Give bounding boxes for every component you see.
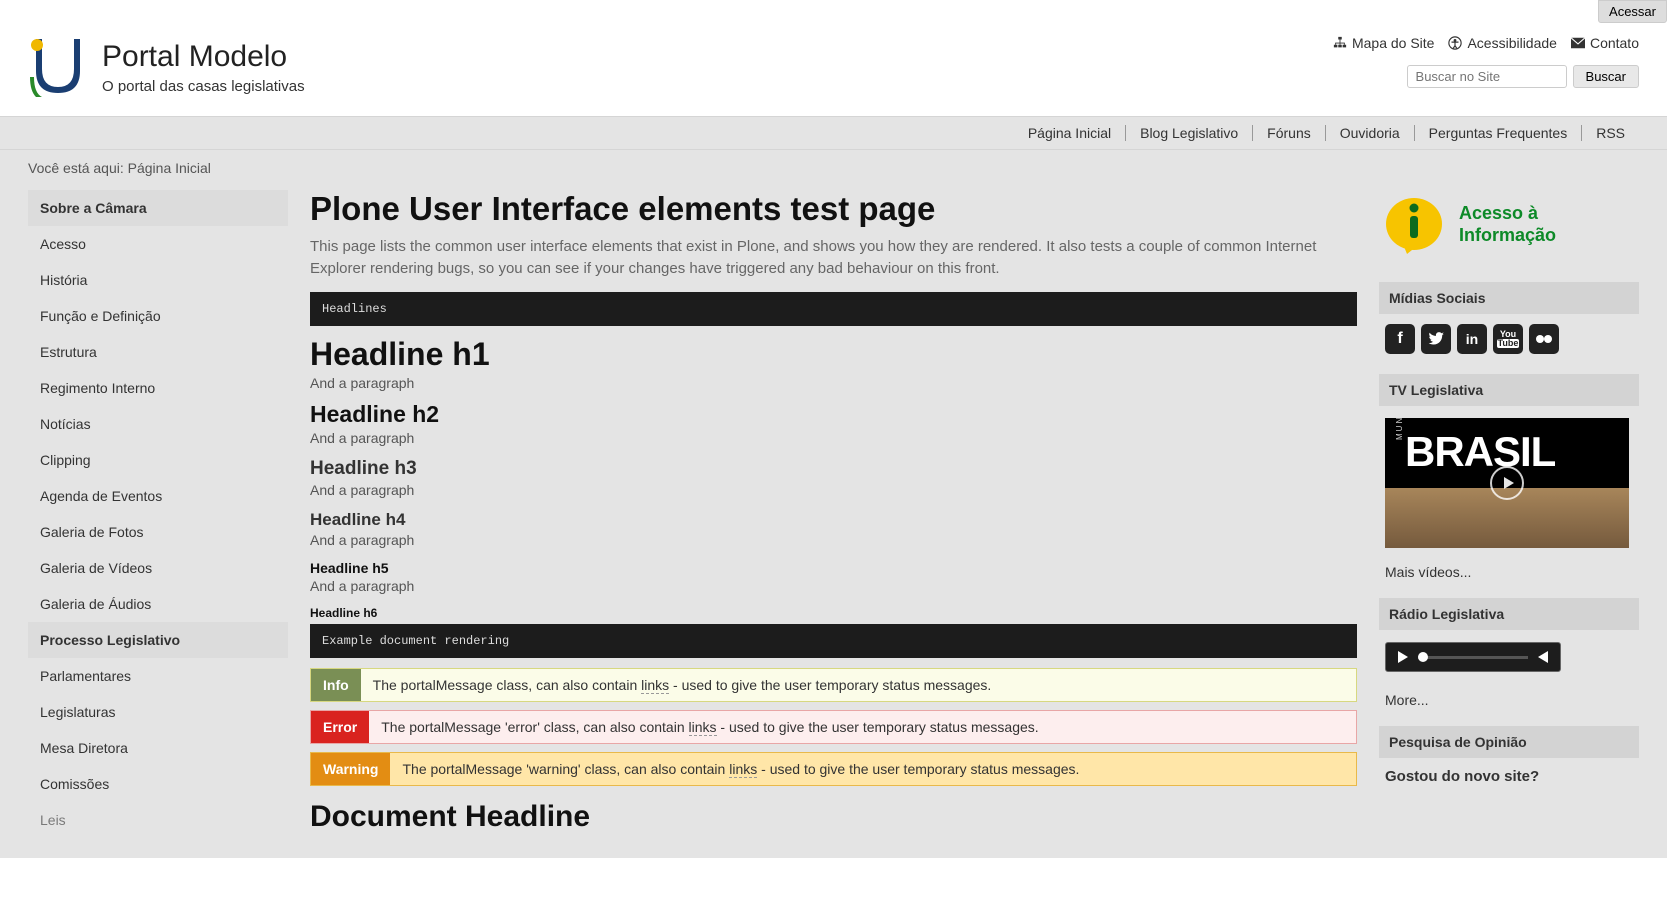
tv-title: TV Legislativa bbox=[1379, 374, 1639, 406]
brand[interactable]: Portal Modelo O portal das casas legisla… bbox=[28, 35, 305, 100]
breadcrumb: Você está aqui: Página Inicial bbox=[0, 150, 1667, 186]
audio-volume-icon[interactable] bbox=[1538, 651, 1548, 663]
site-title: Portal Modelo bbox=[102, 40, 305, 74]
info-badge: Info bbox=[311, 669, 361, 701]
heading-h1: Headline h1 bbox=[310, 336, 1357, 373]
audio-play-icon[interactable] bbox=[1398, 651, 1408, 663]
sidebar-item-fotos[interactable]: Galeria de Fotos bbox=[28, 514, 288, 550]
logo-icon bbox=[28, 35, 86, 100]
document-headline: Document Headline bbox=[310, 800, 1357, 834]
sidebar-item-parlamentares[interactable]: Parlamentares bbox=[28, 658, 288, 694]
tv-video-player[interactable]: MUNICÍPIO BRASIL bbox=[1385, 418, 1629, 548]
paragraph: And a paragraph bbox=[310, 482, 1357, 498]
sidebar-item-audios[interactable]: Galeria de Áudios bbox=[28, 586, 288, 622]
contact-link[interactable]: Contato bbox=[1571, 35, 1639, 51]
nav-faq[interactable]: Perguntas Frequentes bbox=[1415, 125, 1583, 141]
contact-label: Contato bbox=[1590, 35, 1639, 51]
sidebar-section-sobre[interactable]: Sobre a Câmara bbox=[28, 190, 288, 226]
sidebar-item-estrutura[interactable]: Estrutura bbox=[28, 334, 288, 370]
acesso-informacao[interactable]: Acesso à Informação bbox=[1379, 190, 1639, 272]
sidebar-item-clipping[interactable]: Clipping bbox=[28, 442, 288, 478]
error-badge: Error bbox=[311, 711, 369, 743]
main-nav: Página Inicial Blog Legislativo Fóruns O… bbox=[0, 116, 1667, 150]
mail-icon bbox=[1571, 37, 1585, 49]
search-button[interactable]: Buscar bbox=[1573, 65, 1639, 88]
sidebar-item-noticias[interactable]: Notícias bbox=[28, 406, 288, 442]
heading-h4: Headline h4 bbox=[310, 510, 1357, 530]
breadcrumb-home[interactable]: Página Inicial bbox=[128, 160, 211, 176]
sidebar-item-acesso[interactable]: Acesso bbox=[28, 226, 288, 262]
sidebar-item-leis[interactable]: Leis bbox=[28, 802, 288, 838]
code-headlines: Headlines bbox=[310, 292, 1357, 326]
radio-more-link[interactable]: More... bbox=[1379, 684, 1639, 716]
linkedin-icon[interactable]: in bbox=[1457, 324, 1487, 354]
social-title: Mídias Sociais bbox=[1379, 282, 1639, 314]
page-description: This page lists the common user interfac… bbox=[310, 236, 1357, 280]
warning-badge: Warning bbox=[311, 753, 390, 785]
sidebar-item-agenda[interactable]: Agenda de Eventos bbox=[28, 478, 288, 514]
nav-forums[interactable]: Fóruns bbox=[1253, 125, 1326, 141]
heading-h2: Headline h2 bbox=[310, 401, 1357, 428]
nav-ouvidoria[interactable]: Ouvidoria bbox=[1326, 125, 1415, 141]
flickr-icon[interactable] bbox=[1529, 324, 1559, 354]
play-icon[interactable] bbox=[1490, 466, 1524, 500]
audio-player[interactable] bbox=[1385, 642, 1561, 672]
sidebar-item-regimento[interactable]: Regimento Interno bbox=[28, 370, 288, 406]
sitemap-label: Mapa do Site bbox=[1352, 35, 1435, 51]
site-header: Portal Modelo O portal das casas legisla… bbox=[0, 23, 1667, 116]
sitemap-icon bbox=[1333, 36, 1347, 50]
youtube-icon[interactable]: YouTube bbox=[1493, 324, 1523, 354]
sidebar-left: Sobre a Câmara Acesso História Função e … bbox=[28, 190, 288, 838]
sitemap-link[interactable]: Mapa do Site bbox=[1333, 35, 1435, 51]
sidebar-item-videos[interactable]: Galeria de Vídeos bbox=[28, 550, 288, 586]
sidebar-item-mesa[interactable]: Mesa Diretora bbox=[28, 730, 288, 766]
tv-more-link[interactable]: Mais vídeos... bbox=[1379, 556, 1639, 588]
sidebar-section-processo[interactable]: Processo Legislativo bbox=[28, 622, 288, 658]
info-bubble-icon bbox=[1383, 194, 1445, 256]
heading-h5: Headline h5 bbox=[310, 560, 1357, 576]
poll-title: Pesquisa de Opinião bbox=[1379, 726, 1639, 758]
paragraph: And a paragraph bbox=[310, 430, 1357, 446]
portal-message-warning: Warning The portalMessage 'warning' clas… bbox=[310, 752, 1357, 786]
paragraph: And a paragraph bbox=[310, 532, 1357, 548]
sidebar-item-legislaturas[interactable]: Legislaturas bbox=[28, 694, 288, 730]
nav-home[interactable]: Página Inicial bbox=[1014, 125, 1126, 141]
main-content: Plone User Interface elements test page … bbox=[310, 190, 1357, 838]
audio-track[interactable] bbox=[1418, 656, 1528, 659]
sidebar-item-comissoes[interactable]: Comissões bbox=[28, 766, 288, 802]
sidebar-item-historia[interactable]: História bbox=[28, 262, 288, 298]
twitter-icon[interactable] bbox=[1421, 324, 1451, 354]
paragraph: And a paragraph bbox=[310, 375, 1357, 391]
facebook-icon[interactable]: f bbox=[1385, 324, 1415, 354]
paragraph: And a paragraph bbox=[310, 578, 1357, 594]
error-link[interactable]: links bbox=[689, 719, 717, 736]
heading-h6: Headline h6 bbox=[310, 606, 1357, 620]
page-title: Plone User Interface elements test page bbox=[310, 190, 1357, 228]
heading-h3: Headline h3 bbox=[310, 458, 1357, 480]
site-subtitle: O portal das casas legislativas bbox=[102, 78, 305, 95]
search-input[interactable] bbox=[1407, 65, 1567, 88]
nav-blog[interactable]: Blog Legislativo bbox=[1126, 125, 1253, 141]
warning-link[interactable]: links bbox=[729, 761, 757, 778]
sidebar-right: Acesso à Informação Mídias Sociais f in … bbox=[1379, 190, 1639, 838]
info-link[interactable]: links bbox=[641, 677, 669, 694]
radio-title: Rádio Legislativa bbox=[1379, 598, 1639, 630]
portal-message-info: Info The portalMessage class, can also c… bbox=[310, 668, 1357, 702]
sidebar-item-funcao[interactable]: Função e Definição bbox=[28, 298, 288, 334]
code-example-doc: Example document rendering bbox=[310, 624, 1357, 658]
portal-message-error: Error The portalMessage 'error' class, c… bbox=[310, 710, 1357, 744]
accessibility-link[interactable]: Acessibilidade bbox=[1448, 35, 1557, 51]
accessibility-icon bbox=[1448, 36, 1462, 50]
poll-question: Gostou do novo site? bbox=[1379, 758, 1639, 785]
nav-rss[interactable]: RSS bbox=[1582, 125, 1639, 141]
login-button[interactable]: Acessar bbox=[1598, 0, 1667, 23]
accessibility-label: Acessibilidade bbox=[1467, 35, 1557, 51]
